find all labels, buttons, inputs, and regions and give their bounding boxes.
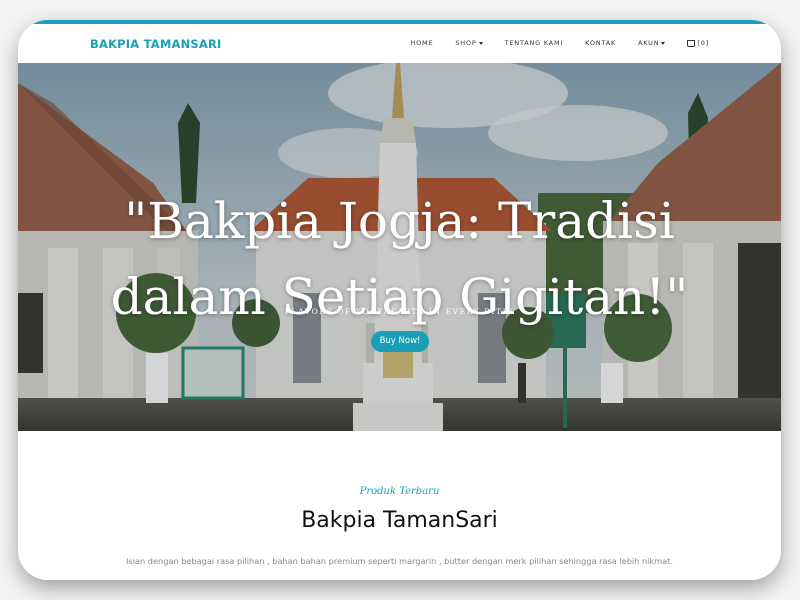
- nav-home-label: HOME: [410, 39, 434, 47]
- section-description: Isian dengan bebagai rasa pilihan , baha…: [126, 556, 673, 566]
- hero-banner: "Bakpia Jogja: Tradisi dalam Setiap Gigi…: [18, 63, 781, 431]
- caret-down-icon: [661, 41, 666, 45]
- section-subtitle: Produk Terbaru: [359, 486, 440, 497]
- buy-now-button[interactable]: Buy Now!: [371, 331, 429, 352]
- nav-tentang-kami[interactable]: TENTANG KAMI: [505, 39, 564, 47]
- hero-subheading: FLAVORS OF YOGYAKARTA IN EVERY BITE!: [284, 307, 515, 316]
- cart-count: [0]: [697, 39, 709, 47]
- nav-tentang-kami-label: TENTANG KAMI: [504, 39, 564, 47]
- nav-kontak[interactable]: KONTAK: [585, 39, 616, 47]
- nav-shop-label: SHOP: [455, 39, 477, 47]
- caret-down-icon: [478, 41, 483, 45]
- products-section: Produk Terbaru Bakpia TamanSari Isian de…: [18, 431, 781, 580]
- nav-kontak-label: KONTAK: [585, 39, 617, 47]
- nav-home[interactable]: HOME: [410, 39, 433, 47]
- brand-logo[interactable]: BAKPIA TAMANSARI: [90, 37, 222, 51]
- cart-icon: [687, 39, 696, 47]
- navbar: BAKPIA TAMANSARI HOME SHOP TENTANG KAMI …: [18, 24, 781, 63]
- nav-cart[interactable]: [0]: [687, 39, 709, 47]
- nav-akun-label: AKUN: [638, 39, 660, 47]
- nav-akun[interactable]: AKUN: [638, 39, 666, 47]
- browser-frame: BAKPIA TAMANSARI HOME SHOP TENTANG KAMI …: [18, 20, 781, 580]
- section-title: Bakpia TamanSari: [301, 508, 498, 533]
- nav-shop[interactable]: SHOP: [455, 39, 483, 47]
- nav-menu: HOME SHOP TENTANG KAMI KONTAK AKUN [0]: [388, 39, 709, 47]
